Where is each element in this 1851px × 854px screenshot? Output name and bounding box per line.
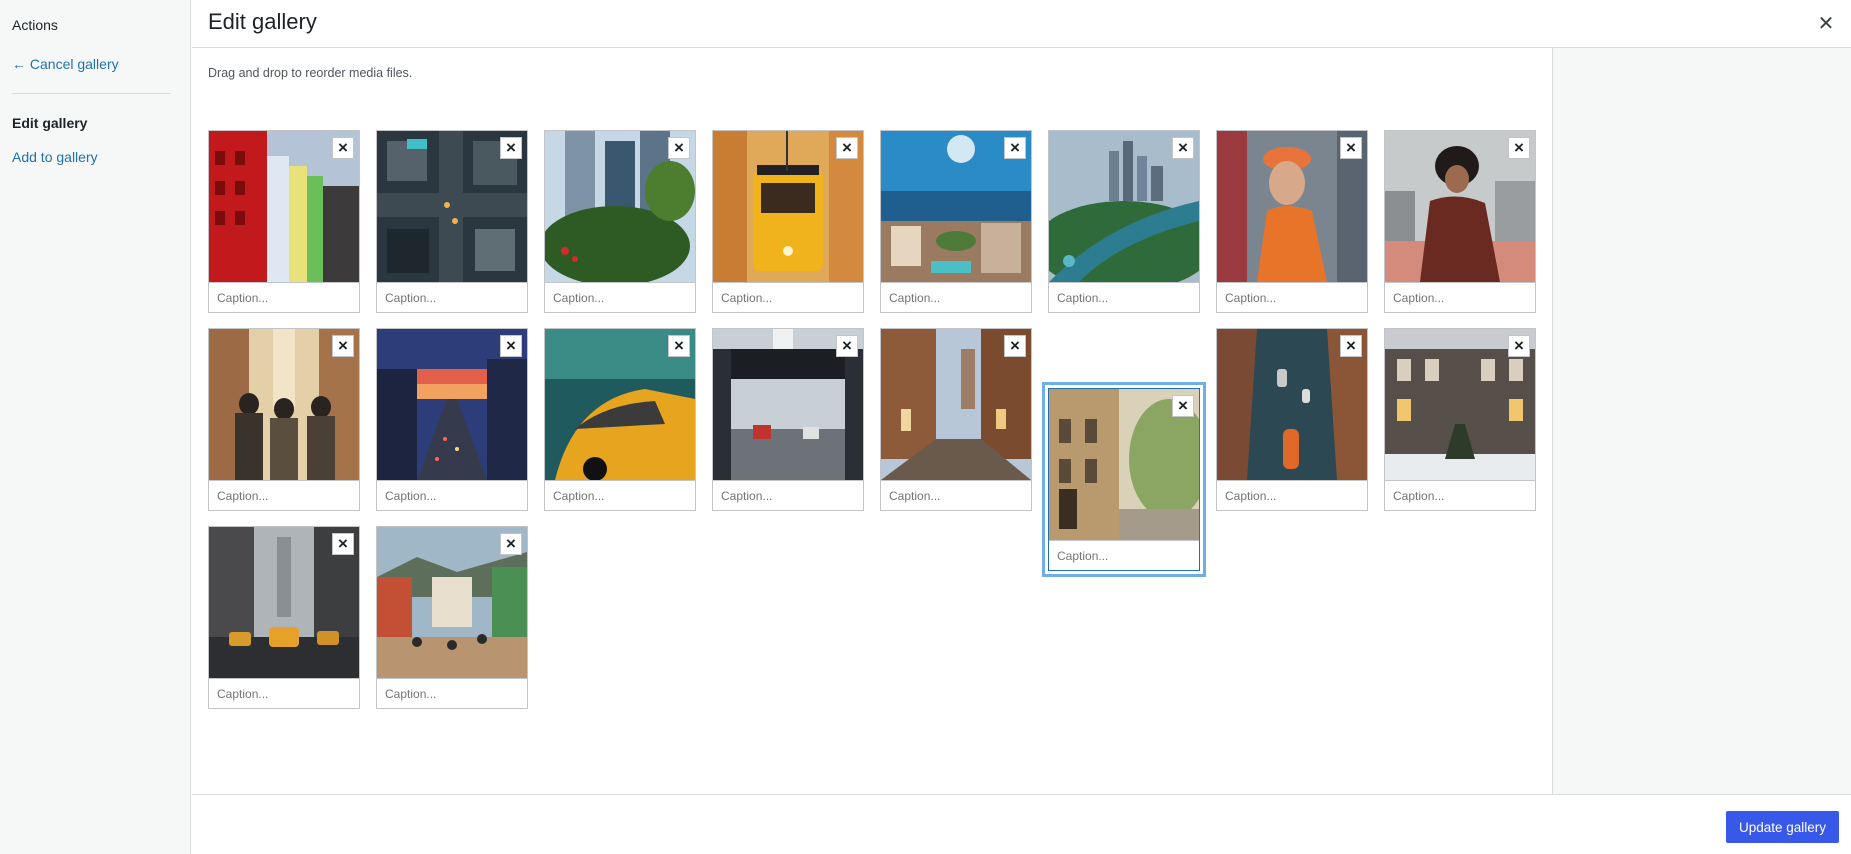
sidebar-divider <box>12 93 171 94</box>
caption-input[interactable] <box>1385 282 1535 312</box>
caption-input[interactable] <box>1217 282 1367 312</box>
caption-input[interactable] <box>377 678 527 708</box>
close-icon[interactable]: ✕ <box>1812 10 1840 38</box>
caption-input[interactable] <box>209 678 359 708</box>
remove-icon[interactable]: × <box>332 533 354 555</box>
caption-input[interactable] <box>1217 480 1367 510</box>
actions-heading: Actions <box>12 17 58 33</box>
update-gallery-button[interactable]: Update gallery <box>1726 811 1839 843</box>
remove-icon[interactable]: × <box>332 335 354 357</box>
caption-input[interactable] <box>713 480 863 510</box>
gallery-item[interactable]: × <box>376 526 528 709</box>
caption-input[interactable] <box>1385 480 1535 510</box>
gallery-item[interactable]: × <box>376 328 528 511</box>
remove-icon[interactable]: × <box>1172 395 1194 417</box>
gallery-item[interactable]: × <box>880 130 1032 313</box>
gallery-item[interactable]: × <box>1384 328 1536 511</box>
gallery-item-selected[interactable]: × <box>1048 388 1200 571</box>
caption-input[interactable] <box>377 282 527 312</box>
remove-icon[interactable]: × <box>836 335 858 357</box>
caption-input[interactable] <box>1049 540 1199 570</box>
caption-input[interactable] <box>209 282 359 312</box>
remove-icon[interactable]: × <box>500 335 522 357</box>
remove-icon[interactable]: × <box>1508 335 1530 357</box>
remove-icon[interactable]: × <box>1004 137 1026 159</box>
gallery-item[interactable]: × <box>208 526 360 709</box>
caption-input[interactable] <box>713 282 863 312</box>
caption-input[interactable] <box>209 480 359 510</box>
remove-icon[interactable]: × <box>1340 335 1362 357</box>
caption-input[interactable] <box>545 282 695 312</box>
gallery-item[interactable]: × <box>712 328 864 511</box>
add-to-gallery-link[interactable]: Add to gallery <box>12 149 98 165</box>
gallery-item[interactable]: × <box>1048 130 1200 313</box>
caption-input[interactable] <box>545 480 695 510</box>
remove-icon[interactable]: × <box>500 137 522 159</box>
gallery-item[interactable]: × <box>544 328 696 511</box>
remove-icon[interactable]: × <box>1508 137 1530 159</box>
caption-input[interactable] <box>881 480 1031 510</box>
actions-sidebar: Actions ← Cancel gallery Edit gallery Ad… <box>0 0 191 854</box>
remove-icon[interactable]: × <box>836 137 858 159</box>
gallery-item[interactable]: × <box>376 130 528 313</box>
attachment-details-panel <box>1552 48 1851 794</box>
gallery-item[interactable]: × <box>208 328 360 511</box>
remove-icon[interactable]: × <box>1004 335 1026 357</box>
gallery-item[interactable]: × <box>1384 130 1536 313</box>
gallery-item[interactable]: × <box>1216 328 1368 511</box>
edit-gallery-menu-item[interactable]: Edit gallery <box>12 115 87 131</box>
gallery-item[interactable]: × <box>1216 130 1368 313</box>
remove-icon[interactable]: × <box>332 137 354 159</box>
remove-icon[interactable]: × <box>500 533 522 555</box>
gallery-item[interactable]: × <box>880 328 1032 511</box>
caption-input[interactable] <box>1049 282 1199 312</box>
remove-icon[interactable]: × <box>668 137 690 159</box>
page-title: Edit gallery <box>208 9 317 34</box>
remove-icon[interactable]: × <box>668 335 690 357</box>
gallery-item[interactable]: × <box>712 130 864 313</box>
caption-input[interactable] <box>377 480 527 510</box>
instructions-text: Drag and drop to reorder media files. <box>208 66 413 80</box>
remove-icon[interactable]: × <box>1340 137 1362 159</box>
remove-icon[interactable]: × <box>1172 137 1194 159</box>
gallery-item[interactable]: × <box>544 130 696 313</box>
footer-divider <box>192 794 1851 795</box>
cancel-gallery-link[interactable]: ← Cancel gallery <box>12 56 119 72</box>
caption-input[interactable] <box>881 282 1031 312</box>
gallery-item[interactable]: × <box>208 130 360 313</box>
